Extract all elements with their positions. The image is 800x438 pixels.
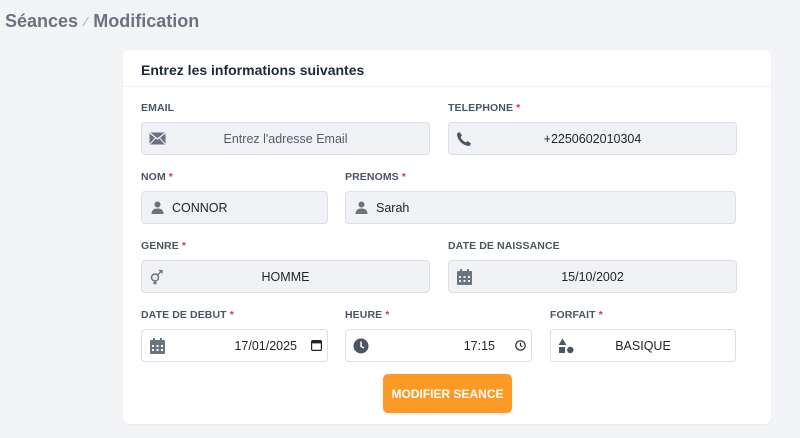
breadcrumb-separator: ⁄ <box>85 14 88 29</box>
prenoms-label: PRENOMS * <box>345 171 406 183</box>
date-naissance-field[interactable]: 15/10/2002 <box>448 260 737 293</box>
forfait-value: BASIQUE <box>615 338 671 353</box>
calendar-icon <box>449 268 479 285</box>
user-icon <box>142 201 172 214</box>
telephone-field[interactable]: +2250602010304 <box>448 122 737 155</box>
phone-icon <box>449 131 479 147</box>
time-picker-icon[interactable] <box>509 340 531 351</box>
email-label: EMAIL <box>141 102 175 114</box>
date-debut-value: 17/01/2025 <box>234 338 297 353</box>
forfait-select[interactable]: BASIQUE <box>550 329 736 362</box>
email-placeholder: Entrez l'adresse Email <box>223 131 348 146</box>
shapes-icon <box>551 338 581 354</box>
user-icon <box>346 201 376 214</box>
genre-field[interactable]: HOMME <box>141 260 430 293</box>
nom-field[interactable]: CONNOR <box>141 191 328 224</box>
nom-label: NOM * <box>141 171 173 183</box>
date-debut-field[interactable]: 17/01/2025 <box>141 329 328 362</box>
date-picker-icon[interactable] <box>305 340 327 351</box>
telephone-label: TELEPHONE * <box>448 102 521 114</box>
date-naissance-label: DATE DE NAISSANCE <box>448 240 560 252</box>
date-debut-label: DATE DE DEBUT * <box>141 309 234 321</box>
telephone-value: +2250602010304 <box>543 131 642 146</box>
envelope-icon <box>142 132 172 145</box>
breadcrumb-parent[interactable]: Séances <box>5 11 78 32</box>
genre-value: HOMME <box>261 269 310 284</box>
prenoms-field[interactable]: Sarah <box>345 191 736 224</box>
heure-field[interactable]: 17:15 <box>345 329 532 362</box>
prenoms-value: Sarah <box>376 200 410 215</box>
heure-value: 17:15 <box>463 338 495 353</box>
heure-label: HEURE * <box>345 309 390 321</box>
nom-value: CONNOR <box>172 200 228 215</box>
forfait-label: FORFAIT * <box>550 309 603 321</box>
modifier-seance-button[interactable]: MODIFIER SEANCE <box>383 374 512 413</box>
email-field[interactable]: Entrez l'adresse Email <box>141 122 430 155</box>
gender-icon <box>142 269 172 285</box>
card-title: Entrez les informations suivantes <box>123 50 771 87</box>
date-naissance-value: 15/10/2002 <box>561 269 624 284</box>
clock-icon <box>346 338 376 354</box>
breadcrumb: Séances ⁄ Modification <box>5 11 199 32</box>
calendar-icon <box>142 337 172 354</box>
breadcrumb-current: Modification <box>93 11 200 31</box>
form-card: Entrez les informations suivantes EMAIL … <box>123 50 771 424</box>
genre-label: GENRE * <box>141 240 187 252</box>
